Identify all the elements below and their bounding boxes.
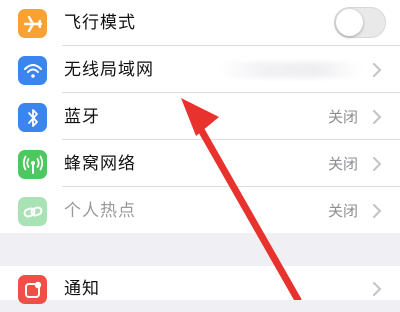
chevron-right-icon [373,204,382,218]
notifications-label: 通知 [64,279,100,299]
row-bluetooth[interactable]: 蓝牙 关闭 [0,94,400,140]
chevron-right-icon [373,63,382,77]
airplane-mode-label: 飞行模式 [64,13,136,33]
row-airplane-mode[interactable]: 飞行模式 [0,0,400,46]
row-cellular[interactable]: 蜂窝网络 关闭 [0,141,400,187]
redacted-network-name [220,62,360,78]
row-notifications[interactable]: 通知 [0,266,400,312]
divider [62,45,400,46]
airplane-mode-toggle[interactable] [334,7,386,38]
settings-group-notifications: 通知 [0,266,400,304]
divider [62,92,400,93]
bluetooth-icon [18,103,47,132]
chevron-right-icon [373,282,382,296]
personal-hotspot-label: 个人热点 [64,201,136,221]
row-personal-hotspot[interactable]: 个人热点 关闭 [0,188,400,234]
personal-hotspot-status: 关闭 [327,202,358,220]
antenna-icon [18,150,47,179]
airplane-icon [18,9,47,38]
chevron-right-icon [373,110,382,124]
divider [62,186,400,187]
cellular-label: 蜂窝网络 [64,154,136,174]
bluetooth-label: 蓝牙 [64,107,100,127]
cellular-status: 关闭 [327,155,358,173]
bluetooth-status: 关闭 [327,108,358,126]
row-wifi[interactable]: 无线局域网 [0,47,400,93]
chevron-right-icon [373,157,382,171]
wifi-icon [18,56,47,85]
toggle-knob [336,9,363,36]
link-icon [18,197,47,226]
wifi-label: 无线局域网 [64,60,154,80]
divider [62,139,400,140]
settings-group-connectivity: 飞行模式 无线局域网 蓝牙 关闭 蜂窝网络 关闭 个人热点 关闭 [0,0,400,233]
